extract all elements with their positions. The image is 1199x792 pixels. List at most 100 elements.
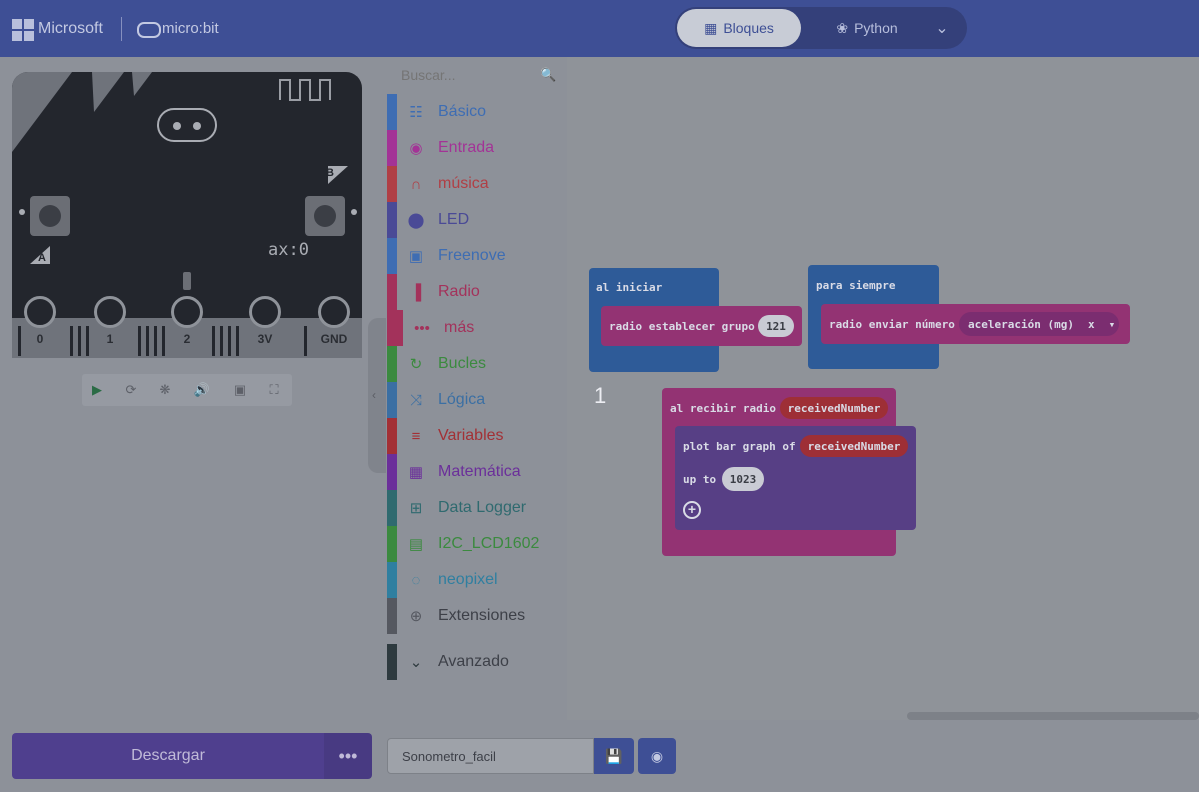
github-icon: ◉ bbox=[650, 747, 664, 764]
toggle-icon: ⬤ bbox=[407, 212, 425, 229]
pin-label: 1 bbox=[106, 332, 114, 346]
microsoft-logo-icon[interactable] bbox=[12, 19, 34, 41]
sound-icon[interactable]: 🔊 bbox=[187, 375, 217, 405]
dots-icon: ••• bbox=[414, 319, 430, 337]
puzzle-icon: ▦ bbox=[704, 19, 718, 36]
project-name-input[interactable] bbox=[387, 738, 594, 774]
pin-0-hole[interactable] bbox=[24, 296, 56, 328]
group-value[interactable]: 121 bbox=[758, 315, 794, 337]
tab-blocks[interactable]: ▦ Bloques bbox=[677, 9, 801, 47]
category-freenove[interactable]: ▣ Freenove bbox=[387, 238, 566, 274]
headphones-icon: ∩ bbox=[410, 175, 422, 193]
loop-icon: ↻ bbox=[409, 356, 423, 373]
lines-icon: ≡ bbox=[411, 427, 421, 445]
category-label: Básico bbox=[438, 103, 487, 120]
forever-label: para siempre bbox=[816, 279, 896, 292]
category-label: Extensiones bbox=[438, 607, 526, 624]
tab-python[interactable]: ❀ Python bbox=[812, 9, 922, 47]
category-extensiones[interactable]: ⊕ Extensiones bbox=[387, 598, 566, 634]
category-m-s[interactable]: ••• más bbox=[387, 310, 566, 346]
category-color-bar bbox=[387, 238, 397, 274]
category-color-bar bbox=[387, 274, 397, 310]
more-options-button[interactable]: ••• bbox=[324, 733, 372, 779]
category-color-bar bbox=[387, 454, 397, 490]
category-label: Radio bbox=[438, 283, 480, 300]
ring-icon: ◌ bbox=[411, 571, 421, 589]
chevron-down-icon[interactable]: ⌄ bbox=[930, 16, 954, 40]
microbit-logo-icon[interactable] bbox=[137, 22, 161, 38]
received-number-var[interactable]: receivedNumber bbox=[780, 397, 888, 419]
button-b-label: B bbox=[326, 167, 334, 179]
category-m-sica[interactable]: ∩ música bbox=[387, 166, 566, 202]
category-label: Data Logger bbox=[438, 499, 527, 516]
pin-label: 2 bbox=[183, 332, 191, 346]
category-label: Entrada bbox=[438, 139, 495, 156]
category-color-bar bbox=[387, 418, 397, 454]
debug-icon[interactable]: ❋ bbox=[150, 375, 180, 405]
on-radio-received-label: al recibir radio bbox=[670, 402, 776, 415]
simulator-collapse-handle[interactable]: ‹ bbox=[368, 318, 386, 473]
axis-dropdown[interactable]: x bbox=[1088, 318, 1095, 331]
category-radio[interactable]: ▐ Radio bbox=[387, 274, 566, 310]
pin-2-hole[interactable] bbox=[171, 296, 203, 328]
button-a[interactable] bbox=[30, 196, 70, 236]
led-indicator bbox=[183, 272, 191, 290]
lcd-icon: ▤ bbox=[408, 536, 424, 553]
plus-circle-icon: ⊕ bbox=[409, 608, 423, 625]
radio-send-number-label: radio enviar número bbox=[829, 318, 955, 331]
category-label: Avanzado bbox=[438, 653, 509, 670]
category-color-bar bbox=[387, 130, 397, 166]
button-a-dot bbox=[19, 209, 25, 215]
pin-gnd-hole[interactable] bbox=[318, 296, 350, 328]
microbit-brand[interactable]: micro:bit bbox=[162, 20, 219, 37]
search-input[interactable] bbox=[391, 63, 561, 87]
category-led[interactable]: ⬤ LED bbox=[387, 202, 566, 238]
category-variables[interactable]: ≡ Variables bbox=[387, 418, 566, 454]
category-color-bar bbox=[387, 166, 397, 202]
save-button[interactable]: 💾 bbox=[594, 738, 634, 774]
download-button[interactable]: Descargar bbox=[12, 733, 324, 779]
category-color-bar bbox=[387, 526, 397, 562]
fullscreen-icon[interactable]: ⛶ bbox=[259, 375, 289, 405]
grid-icon: ☷ bbox=[409, 104, 423, 121]
received-number-arg[interactable]: receivedNumber bbox=[800, 435, 908, 457]
button-b[interactable] bbox=[305, 196, 345, 236]
category-bucles[interactable]: ↻ Bucles bbox=[387, 346, 566, 382]
category-i2c-lcd1602[interactable]: ▤ I2C_LCD1602 bbox=[387, 526, 566, 562]
github-button[interactable]: ◉ bbox=[638, 738, 676, 774]
acceleration-reporter[interactable]: aceleración (mg) x ▾ bbox=[959, 312, 1119, 336]
restart-icon[interactable]: ⟳ bbox=[116, 375, 146, 405]
microbit-logo-touch[interactable] bbox=[157, 108, 217, 142]
pin-1-hole[interactable] bbox=[94, 296, 126, 328]
category-color-bar bbox=[387, 202, 397, 238]
calculator-icon: ▦ bbox=[408, 464, 424, 481]
category-color-bar bbox=[387, 382, 397, 418]
category-neopixel[interactable]: ◌ neopixel bbox=[387, 562, 566, 598]
category-matem-tica[interactable]: ▦ Matemática bbox=[387, 454, 566, 490]
add-parameter-icon[interactable]: + bbox=[683, 501, 701, 519]
microsoft-brand[interactable]: Microsoft bbox=[38, 20, 103, 38]
category-label: LED bbox=[438, 211, 470, 228]
pin-3v-hole[interactable] bbox=[249, 296, 281, 328]
pin-label: GND bbox=[320, 332, 348, 346]
button-a-label: A bbox=[38, 252, 46, 264]
on-start-label: al iniciar bbox=[596, 281, 663, 294]
pin-label: 3V bbox=[257, 332, 273, 346]
category-label: Freenove bbox=[438, 247, 506, 264]
shuffle-icon: ⤨ bbox=[409, 391, 422, 409]
category-label: I2C_LCD1602 bbox=[438, 535, 540, 552]
category-color-bar bbox=[387, 562, 397, 598]
up-to-label: up to bbox=[683, 473, 717, 486]
category-b-sico[interactable]: ☷ Básico bbox=[387, 94, 566, 130]
screenshot-icon[interactable]: ▣ bbox=[225, 375, 255, 405]
category-data-logger[interactable]: ⊞ Data Logger bbox=[387, 490, 566, 526]
search-icon[interactable]: 🔍 bbox=[540, 67, 556, 83]
workspace-scrollbar[interactable] bbox=[907, 712, 1199, 720]
category-avanzado[interactable]: ⌄ Avanzado bbox=[387, 644, 566, 680]
play-icon[interactable]: ▶ bbox=[82, 375, 112, 405]
category-l-gica[interactable]: ⤨ Lógica bbox=[387, 382, 566, 418]
up-to-value[interactable]: 1023 bbox=[722, 467, 764, 491]
tab-blocks-label: Bloques bbox=[723, 20, 774, 36]
category-entrada[interactable]: ◉ Entrada bbox=[387, 130, 566, 166]
chip-icon: ▣ bbox=[408, 248, 424, 265]
